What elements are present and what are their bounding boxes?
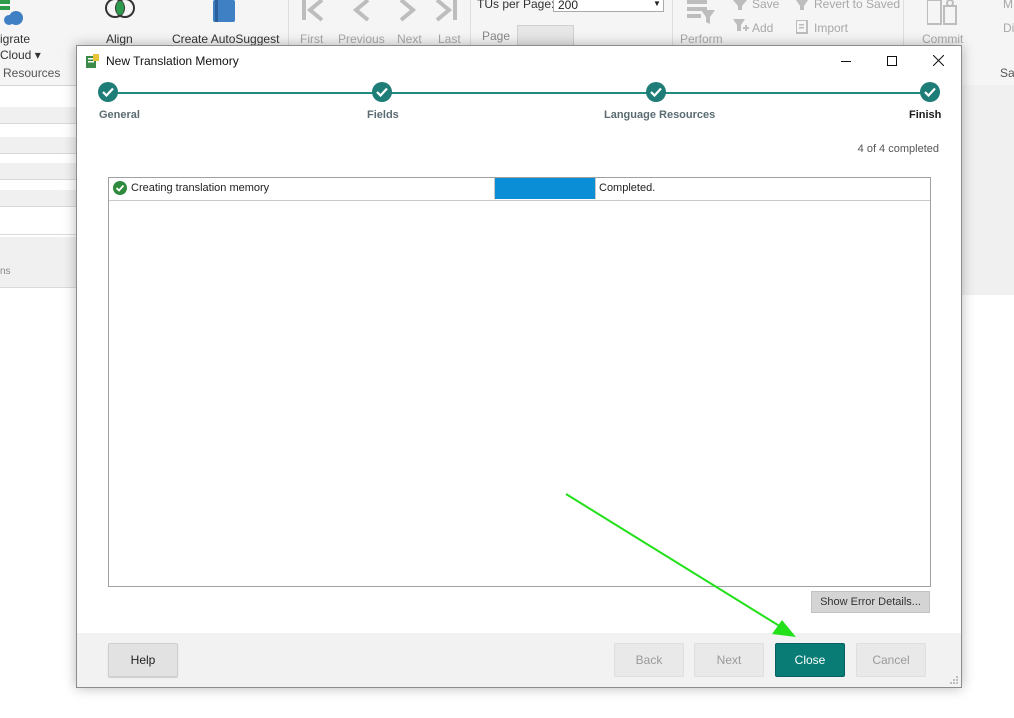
annotation-arrow (565, 493, 796, 637)
